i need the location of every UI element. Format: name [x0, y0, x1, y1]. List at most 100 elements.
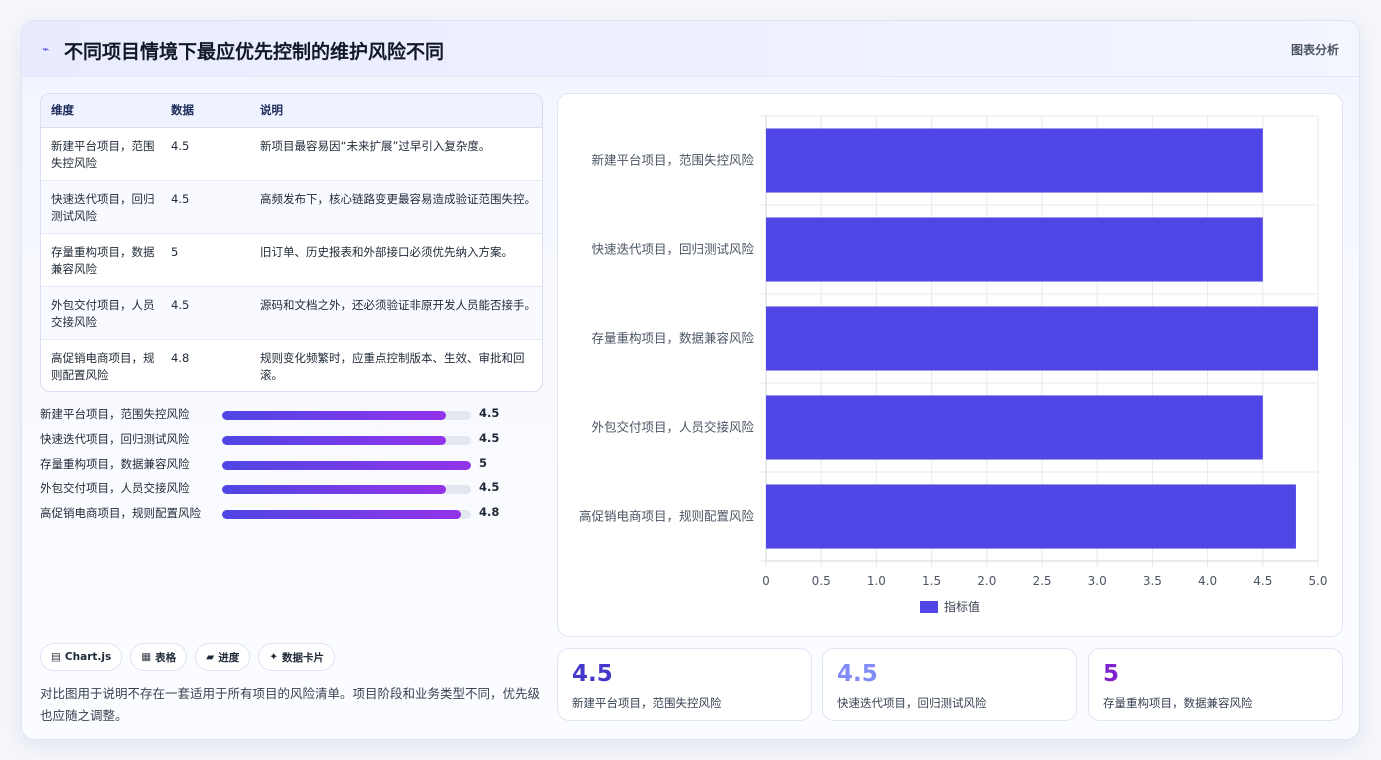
stat-label: 存量重构项目，数据兼容风险 — [1103, 696, 1253, 710]
progress-value: 5 — [479, 455, 488, 470]
x-tick-label: 3.5 — [1143, 574, 1162, 588]
table-cell: 存量重构项目，数据兼容风险 — [41, 233, 161, 287]
progress-label: 存量重构项目，数据兼容风险 — [40, 456, 190, 471]
bar[interactable] — [766, 484, 1296, 549]
data-table: 维度 数据 说明 新建平台项目，范围失控风险 4.5 新项目最容易因“未来扩展”… — [40, 93, 543, 392]
tag-list: ▤ Chart.js ▦ 表格 ▰ 进度 ✦ 数据卡片 — [40, 643, 336, 671]
x-tick-label: 3.0 — [1088, 574, 1107, 588]
progress-label: 新建平台项目，范围失控风险 — [40, 407, 190, 421]
progress-list: 新建平台项目，范围失控风险 4.5 快速迭代项目，回归测试风险 4.5 存量重构… — [40, 403, 520, 527]
x-tick-label: 1.5 — [922, 574, 941, 588]
table-cell: 高频发布下，核心链路变更最容易造成验证范围失控。 — [250, 180, 542, 234]
y-tick-label: 高促销电商项目，规则配置风险 — [579, 509, 755, 524]
bar[interactable] — [766, 128, 1263, 193]
progress-track — [222, 435, 471, 445]
table-row: 高促销电商项目，规则配置风险 4.8 规则变化频繁时，应重点控制版本、生效、审批… — [41, 339, 542, 391]
progress-item: 新建平台项目，范围失控风险 4.5 — [40, 403, 520, 428]
legend-label: 指标值 — [944, 599, 980, 614]
y-tick-label: 存量重构项目，数据兼容风险 — [591, 331, 754, 346]
table-cell: 快速迭代项目，回归测试风险 — [41, 180, 161, 234]
header-label: 图表分析 — [1290, 43, 1339, 57]
y-tick-label: 快速迭代项目，回归测试风险 — [591, 242, 754, 257]
x-tick-label: 0.5 — [812, 574, 831, 588]
x-tick-label: 0 — [762, 574, 770, 588]
page-title: 不同项目情境下最应优先控制的维护风险不同 — [64, 41, 445, 63]
column-header: 维度 — [41, 94, 161, 128]
progress-value: 4.5 — [479, 480, 500, 495]
progress-track — [222, 510, 471, 520]
stat-card: 5 存量重构项目，数据兼容风险 — [1088, 648, 1343, 721]
progress-track — [222, 460, 471, 470]
chart-icon: ▤ — [51, 651, 61, 663]
progress-label: 外包交付项目，人员交接风险 — [40, 481, 190, 496]
y-tick-label: 外包交付项目，人员交接风险 — [591, 420, 754, 435]
tag-progress[interactable]: ▰ 进度 — [195, 643, 251, 671]
progress-track — [222, 485, 471, 495]
table-cell: 4.5 — [161, 180, 250, 234]
card-header: ⌁ 不同项目情境下最应优先控制的维护风险不同 图表分析 — [22, 21, 1359, 77]
y-tick-label: 新建平台项目，范围失控风险 — [591, 153, 754, 168]
progress-label: 快速迭代项目，回归测试风险 — [40, 431, 190, 446]
table-icon: ▦ — [141, 651, 152, 663]
table-cell: 源码和文档之外，还必须验证非原开发人员能否接手。 — [250, 286, 542, 340]
table-row: 快速迭代项目，回归测试风险 4.5 高频发布下，核心链路变更最容易造成验证范围失… — [41, 180, 542, 234]
tag-data-card[interactable]: ✦ 数据卡片 — [258, 643, 336, 671]
stat-card: 4.5 快速迭代项目，回归测试风险 — [822, 648, 1077, 721]
sparkle-icon: ✦ — [269, 651, 279, 663]
table-row: 外包交付项目，人员交接风险 4.5 源码和文档之外，还必须验证非原开发人员能否接… — [41, 286, 542, 340]
table-row: 存量重构项目，数据兼容风险 5 旧订单、历史报表和外部接口必须优先纳入方案。 — [41, 233, 542, 287]
dashboard-card: ⌁ 不同项目情境下最应优先控制的维护风险不同 图表分析 维度 数据 说明 新建平… — [21, 20, 1360, 740]
progress-value: 4.5 — [479, 430, 500, 445]
table-cell: 外包交付项目，人员交接风险 — [41, 286, 161, 340]
x-tick-label: 4.0 — [1198, 574, 1217, 588]
x-tick-label: 2.0 — [977, 574, 996, 588]
bar-chart-panel: 0 0.5 1.0 1.5 2.0 2.5 3.0 3.5 4.0 4.5 5.0 新建平台项目，范围… — [557, 93, 1343, 637]
progress-fill — [222, 460, 471, 470]
progress-item: 高促销电商项目，规则配置风险 4.8 — [40, 502, 520, 527]
table-row: 新建平台项目，范围失控风险 4.5 新项目最容易因“未来扩展”过早引入复杂度。 — [41, 127, 542, 181]
tag-label: 表格 — [155, 651, 177, 664]
column-header: 说明 — [250, 94, 542, 128]
progress-track — [222, 411, 471, 420]
tag-chartjs[interactable]: ▤ Chart.js — [40, 643, 123, 671]
progress-fill — [222, 485, 447, 495]
x-tick-label: 4.5 — [1253, 574, 1272, 588]
table-cell: 新建平台项目，范围失控风险 — [41, 127, 161, 181]
stat-card: 4.5 新建平台项目，范围失控风险 — [557, 648, 812, 721]
chart-note: 对比图用于说明不存在一套适用于所有项目的风险清单。项目阶段和业务类型不同，优先级… — [40, 686, 541, 723]
progress-item: 存量重构项目，数据兼容风险 5 — [40, 453, 520, 478]
progress-icon: ▰ — [206, 651, 215, 663]
stat-value: 5 — [1103, 661, 1120, 687]
progress-label: 高促销电商项目，规则配置风险 — [40, 506, 201, 521]
bar-chart: 0 0.5 1.0 1.5 2.0 2.5 3.0 3.5 4.0 4.5 5.0 新建平台项目，范围… — [579, 115, 1328, 614]
table-cell: 4.8 — [171, 350, 190, 365]
bar[interactable] — [766, 306, 1318, 371]
stat-label: 新建平台项目，范围失控风险 — [572, 696, 722, 710]
table-cell: 新项目最容易因“未来扩展”过早引入复杂度。 — [250, 127, 542, 181]
stat-value: 4.5 — [572, 661, 613, 687]
stat-value: 4.5 — [837, 661, 878, 687]
progress-value: 4.5 — [479, 406, 500, 420]
bar[interactable] — [766, 217, 1263, 282]
tag-label: 进度 — [218, 651, 240, 664]
table-header-row: 维度 数据 说明 — [41, 94, 542, 128]
table-cell: 5 — [161, 233, 250, 287]
x-tick-label: 1.0 — [867, 574, 886, 588]
progress-fill — [222, 411, 447, 420]
table-cell: 旧订单、历史报表和外部接口必须优先纳入方案。 — [250, 233, 542, 287]
tag-table[interactable]: ▦ 表格 — [130, 643, 188, 671]
progress-fill — [222, 510, 462, 520]
x-tick-label: 2.5 — [1032, 574, 1051, 588]
legend-swatch — [920, 601, 938, 613]
column-header: 数据 — [161, 94, 250, 128]
bar[interactable] — [766, 395, 1263, 460]
tag-label: 数据卡片 — [282, 651, 325, 664]
tag-label: Chart.js — [64, 651, 112, 663]
progress-value: 4.8 — [479, 505, 500, 520]
table-cell: 规则变化频繁时，应重点控制版本、生效、审批和回滚。 — [260, 350, 525, 382]
table-cell: 高促销电商项目，规则配置风险 — [51, 350, 155, 382]
x-tick-label: 5.0 — [1308, 574, 1327, 588]
table-cell: 4.5 — [161, 127, 250, 181]
progress-item: 快速迭代项目，回归测试风险 4.5 — [40, 428, 520, 453]
progress-item: 外包交付项目，人员交接风险 4.5 — [40, 477, 520, 502]
